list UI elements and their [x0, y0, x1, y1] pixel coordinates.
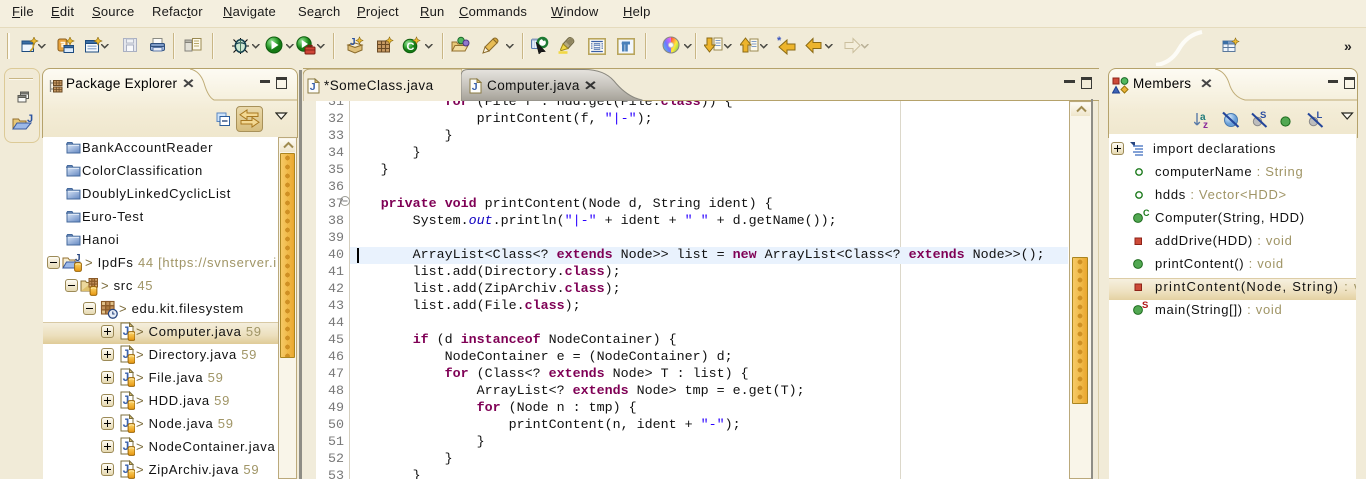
svg-text:C: C [407, 41, 415, 53]
svg-text:S: S [1260, 110, 1266, 121]
svg-text:L: L [1317, 110, 1323, 121]
svg-text:J: J [350, 37, 356, 48]
svg-text:J: J [27, 113, 33, 125]
svg-text:z: z [1203, 120, 1208, 130]
